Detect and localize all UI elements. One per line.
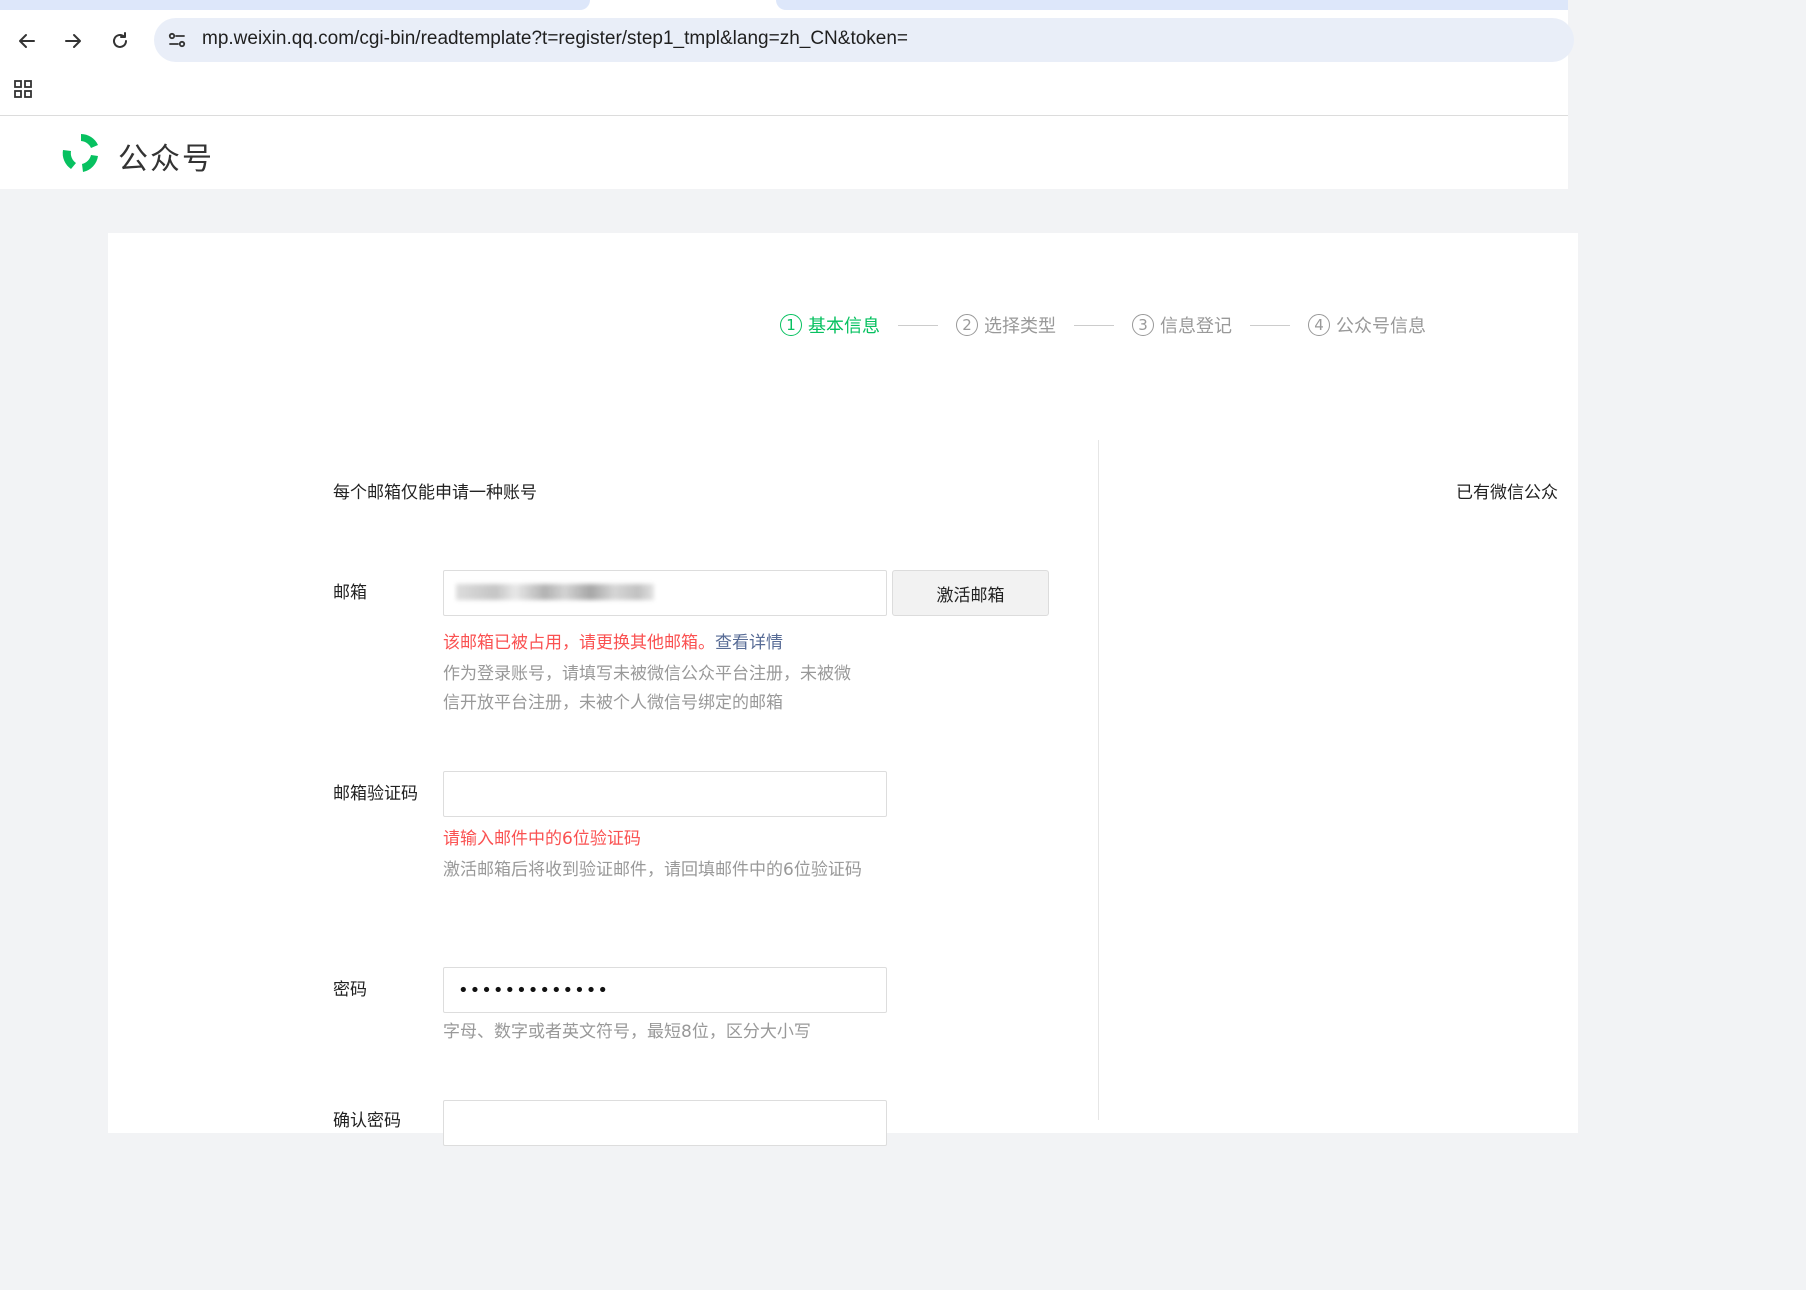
step-number: 1 — [780, 314, 802, 336]
password-label: 密码 — [333, 980, 367, 1000]
step-connector — [898, 324, 938, 326]
step-connector — [1074, 324, 1114, 326]
email-label: 邮箱 — [333, 583, 367, 603]
reload-button[interactable] — [105, 26, 135, 56]
site-header: 公众号 — [0, 116, 1568, 189]
password-tip: 字母、数字或者英文符号，最短8位，区分大小写 — [443, 1022, 811, 1042]
form-intro: 每个邮箱仅能申请一种账号 — [333, 483, 537, 503]
step-basic-info: 1 基本信息 — [780, 312, 880, 338]
code-label: 邮箱验证码 — [333, 784, 418, 804]
code-tip: 激活邮箱后将收到验证邮件，请回填邮件中的6位验证码 — [443, 860, 862, 880]
step-number: 3 — [1132, 314, 1154, 336]
email-field[interactable] — [443, 570, 887, 616]
step-number: 4 — [1308, 314, 1330, 336]
step-indicator: 1 基本信息 2 选择类型 3 信息登记 4 公众号信息 — [780, 312, 1426, 338]
back-button[interactable] — [12, 26, 42, 56]
password-field[interactable]: ••••••••••••• — [443, 967, 887, 1013]
tab-strip — [0, 0, 1568, 10]
forward-button[interactable] — [58, 26, 88, 56]
view-details-link[interactable]: 查看详情 — [715, 633, 783, 653]
browser-tab[interactable] — [776, 0, 1568, 10]
browser-chrome: mp.weixin.qq.com/cgi-bin/readtemplate?t=… — [0, 0, 1574, 116]
password-value: ••••••••••••• — [458, 980, 610, 1001]
confirm-password-label: 确认密码 — [333, 1111, 401, 1131]
email-tip: 作为登录账号，请填写未被微信公众平台注册，未被微信开放平台注册，未被个人微信号绑… — [443, 664, 851, 713]
step-account-info: 4 公众号信息 — [1308, 312, 1426, 338]
step-label: 选择类型 — [984, 316, 1056, 337]
email-error-text: 该邮箱已被占用，请更换其他邮箱。 — [443, 633, 715, 653]
code-error: 请输入邮件中的6位验证码 — [443, 829, 641, 849]
email-error: 该邮箱已被占用，请更换其他邮箱。查看详情 — [443, 628, 783, 653]
email-value-redacted — [456, 584, 654, 600]
verification-code-field[interactable] — [443, 771, 887, 817]
site-settings-icon[interactable] — [166, 29, 188, 51]
step-number: 2 — [956, 314, 978, 336]
activate-email-button[interactable]: 激活邮箱 — [892, 570, 1049, 616]
browser-tab[interactable] — [0, 0, 590, 10]
wechat-mp-logo-icon[interactable] — [58, 130, 104, 176]
confirm-password-field[interactable] — [443, 1100, 887, 1146]
step-select-type: 2 选择类型 — [956, 312, 1056, 338]
brand-name[interactable]: 公众号 — [118, 134, 214, 178]
step-label: 公众号信息 — [1336, 316, 1426, 337]
existing-account-note: 已有微信公众 — [1456, 483, 1558, 503]
step-registration: 3 信息登记 — [1132, 312, 1232, 338]
column-divider — [1098, 440, 1099, 1120]
url-text[interactable]: mp.weixin.qq.com/cgi-bin/readtemplate?t=… — [202, 28, 908, 50]
apps-grid-icon[interactable] — [12, 78, 34, 100]
address-bar[interactable]: mp.weixin.qq.com/cgi-bin/readtemplate?t=… — [154, 18, 1574, 62]
reload-icon — [113, 32, 127, 48]
step-label: 基本信息 — [808, 316, 880, 337]
arrow-left-icon — [19, 34, 35, 48]
step-connector — [1250, 324, 1290, 326]
step-label: 信息登记 — [1160, 316, 1232, 337]
arrow-right-icon — [65, 34, 81, 48]
